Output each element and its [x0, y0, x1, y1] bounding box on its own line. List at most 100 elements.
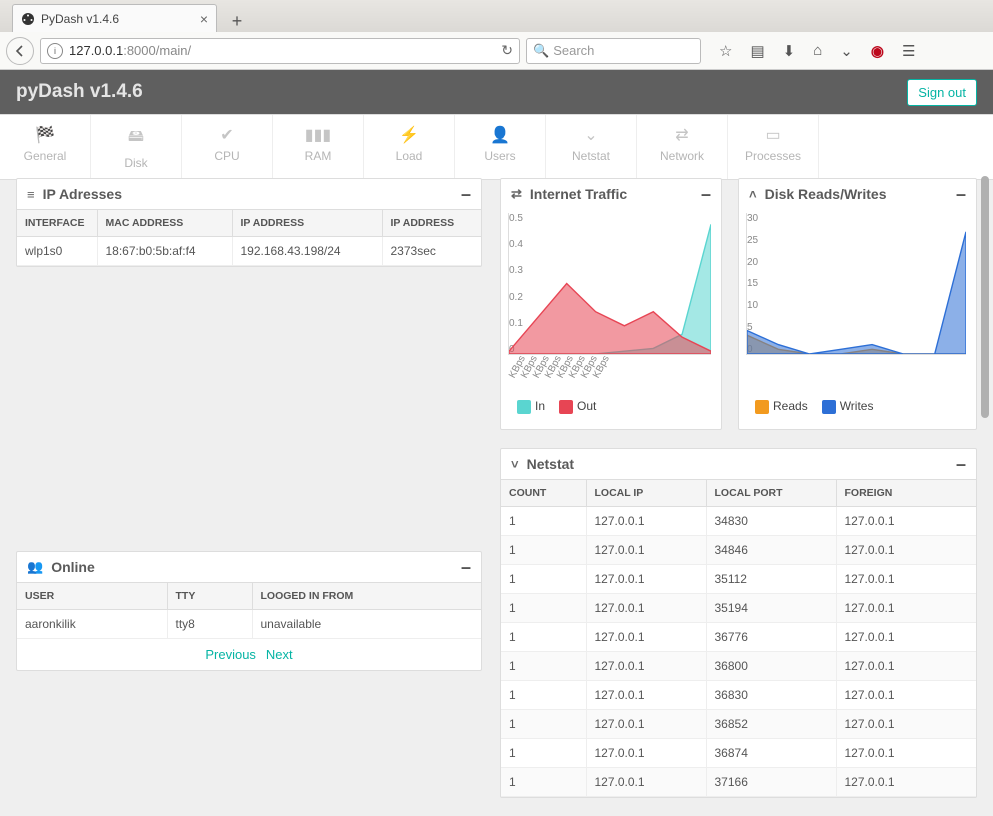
table-cell: 127.0.0.1	[586, 536, 706, 565]
url-path: :8000/main/	[123, 43, 191, 58]
table-cell: 1	[501, 536, 586, 565]
tab-ram[interactable]: ▮▮▮ RAM	[273, 115, 364, 179]
pinterest-icon[interactable]: ◉	[871, 42, 884, 60]
col-header: COUNT	[501, 480, 586, 507]
tab-load[interactable]: ⚡Load	[364, 115, 455, 179]
legend-label: Writes	[840, 399, 874, 413]
toolbar-icons: ☆ ▤ ⬇ ⌂ ⌄ ◉ ☰	[707, 42, 927, 60]
browser-toolbar: i 127.0.0.1:8000/main/ ↻ 🔍 Search ☆ ▤ ⬇ …	[0, 32, 993, 70]
ip-table: INTERFACEMAC ADDRESSIP ADDRESSIP ADDRESS…	[17, 209, 481, 266]
col-header: IP ADDRESS	[382, 210, 481, 237]
previous-link[interactable]: Previous	[205, 647, 256, 662]
legend-label: In	[535, 399, 545, 413]
legend-label: Reads	[773, 399, 808, 413]
tab-label: RAM	[305, 149, 332, 163]
tab-cpu[interactable]: ✔CPU	[182, 115, 273, 179]
close-icon[interactable]: ×	[200, 11, 208, 27]
library-icon[interactable]: ▤	[750, 42, 764, 60]
table-cell: 127.0.0.1	[586, 681, 706, 710]
table-row: 1127.0.0.136800127.0.0.1	[501, 652, 976, 681]
bookmark-star-icon[interactable]: ☆	[719, 42, 732, 60]
page-body: pyDash v1.4.6 Sign out 🏁General 🖴Disk ✔C…	[0, 70, 993, 816]
browser-search-input[interactable]: 🔍 Search	[526, 38, 701, 64]
col-header: USER	[17, 583, 167, 610]
legend-swatch-reads	[755, 400, 769, 414]
table-row: 1127.0.0.135112127.0.0.1	[501, 565, 976, 594]
table-cell: 127.0.0.1	[586, 594, 706, 623]
x-axis	[745, 357, 966, 393]
table-cell: 127.0.0.1	[586, 768, 706, 797]
pager: Previous Next	[17, 639, 481, 670]
table-cell: 127.0.0.1	[836, 507, 976, 536]
reload-icon[interactable]: ↻	[501, 42, 513, 59]
table-cell: 18:67:b0:5b:af:f4	[97, 237, 232, 266]
col-header: LOCAL PORT	[706, 480, 836, 507]
site-info-icon[interactable]: i	[47, 43, 63, 59]
tab-general[interactable]: 🏁General	[0, 115, 91, 179]
transfer-icon: ⇄	[511, 186, 522, 202]
search-icon: 🔍	[533, 43, 549, 59]
tab-label: Network	[660, 149, 704, 163]
col-header: LOOGED IN FROM	[252, 583, 481, 610]
collapse-icon[interactable]: –	[461, 191, 471, 197]
table-cell: 35194	[706, 594, 836, 623]
table-cell: 34846	[706, 536, 836, 565]
sign-out-button[interactable]: Sign out	[907, 79, 977, 106]
url-bar[interactable]: i 127.0.0.1:8000/main/ ↻	[40, 38, 520, 64]
collapse-icon[interactable]: –	[956, 461, 966, 467]
barcode-icon: ▮▮▮	[273, 125, 363, 145]
collapse-icon[interactable]: –	[701, 191, 711, 197]
browser-tab[interactable]: PyDash v1.4.6 ×	[12, 4, 217, 32]
next-link[interactable]: Next	[266, 647, 293, 662]
table-cell: 36852	[706, 710, 836, 739]
back-button[interactable]	[6, 37, 34, 65]
tab-disk[interactable]: 🖴Disk	[91, 115, 182, 179]
table-cell: 127.0.0.1	[836, 681, 976, 710]
vertical-scrollbar[interactable]	[981, 70, 991, 816]
table-cell: 127.0.0.1	[586, 652, 706, 681]
col-header: LOCAL IP	[586, 480, 706, 507]
chevron-up-icon: ˄	[749, 187, 757, 202]
tab-processes[interactable]: ▭Processes	[728, 115, 819, 179]
table-cell: 127.0.0.1	[836, 739, 976, 768]
browser-tab-strip: PyDash v1.4.6 × +	[0, 0, 993, 32]
panel-header: ≡ IP Adresses –	[17, 179, 481, 209]
x-axis: KBpsKBpsKBpsKBpsKBpsKBpsKBpsKBps	[507, 357, 711, 393]
tab-label: CPU	[214, 149, 239, 163]
bolt-icon: ⚡	[364, 125, 454, 145]
table-row: aaronkiliktty8unavailable	[17, 610, 481, 639]
chart-body: 302520151050 Reads Writes	[739, 209, 976, 429]
panel-header: 👥 Online –	[17, 552, 481, 582]
table-row: 1127.0.0.135194127.0.0.1	[501, 594, 976, 623]
online-table: USERTTYLOOGED IN FROM aaronkiliktty8unav…	[17, 582, 481, 639]
new-tab-button[interactable]: +	[225, 10, 249, 32]
pocket-icon[interactable]: ⌄	[840, 42, 853, 60]
col-header: FOREIGN	[836, 480, 976, 507]
users-icon: 👥	[27, 559, 43, 575]
col-header: TTY	[167, 583, 252, 610]
table-cell: 127.0.0.1	[836, 768, 976, 797]
table-cell: 35112	[706, 565, 836, 594]
list-icon: ≡	[27, 187, 35, 202]
collapse-icon[interactable]: –	[461, 564, 471, 570]
table-cell: 1	[501, 768, 586, 797]
table-cell: 1	[501, 623, 586, 652]
legend-swatch-out	[559, 400, 573, 414]
tab-users[interactable]: 👤Users	[455, 115, 546, 179]
netstat-table: COUNTLOCAL IPLOCAL PORTFOREIGN 1127.0.0.…	[501, 479, 976, 797]
collapse-icon[interactable]: –	[956, 191, 966, 197]
table-cell: 127.0.0.1	[836, 565, 976, 594]
table-row: 1127.0.0.136874127.0.0.1	[501, 739, 976, 768]
tab-network[interactable]: ⇄ Network	[637, 115, 728, 179]
menu-icon[interactable]: ☰	[902, 42, 915, 60]
table-cell: aaronkilik	[17, 610, 167, 639]
tab-title: PyDash v1.4.6	[41, 12, 119, 26]
legend-swatch-in	[517, 400, 531, 414]
table-cell: 1	[501, 739, 586, 768]
table-row: wlp1s018:67:b0:5b:af:f4192.168.43.198/24…	[17, 237, 481, 266]
transfer-icon: ⇄	[637, 125, 727, 145]
home-icon[interactable]: ⌂	[813, 42, 822, 59]
tab-netstat[interactable]: ⌄Netstat	[546, 115, 637, 179]
downloads-icon[interactable]: ⬇	[783, 42, 796, 60]
panel-title: Disk Reads/Writes	[765, 186, 887, 202]
